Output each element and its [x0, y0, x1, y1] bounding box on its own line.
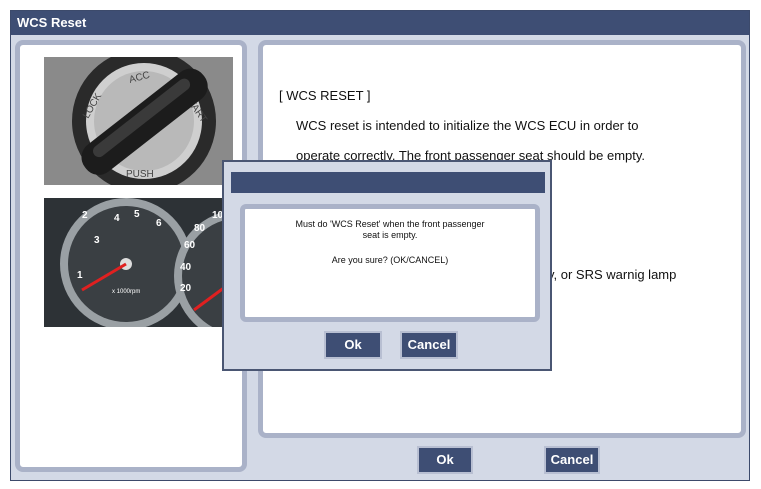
speed-label-20: 20 — [180, 283, 192, 294]
dialog-message-panel: Must do 'WCS Reset' when the front passe… — [240, 204, 540, 322]
tach-label-5: 5 — [134, 209, 140, 220]
tach-label-1: 1 — [77, 270, 83, 281]
info-heading: [ WCS RESET ] — [279, 88, 371, 103]
ignition-label-push: PUSH — [126, 169, 154, 180]
tach-label-4: 4 — [114, 213, 120, 224]
speed-label-40: 40 — [180, 262, 192, 273]
dialog-cancel-button[interactable]: Cancel — [400, 331, 458, 359]
window-title: WCS Reset — [11, 11, 749, 35]
info-line-1: WCS reset is intended to initialize the … — [296, 118, 639, 133]
cancel-button[interactable]: Cancel — [544, 446, 600, 474]
info-line-3-partial: y, or SRS warnig lamp — [548, 267, 677, 282]
image-panel: LOCK ACC START PUSH 2 3 4 5 6 1 80 100 6… — [15, 40, 247, 472]
ok-button[interactable]: Ok — [417, 446, 473, 474]
dialog-titlebar — [231, 172, 545, 193]
dialog-ok-button[interactable]: Ok — [324, 331, 382, 359]
ignition-switch-image: LOCK ACC START PUSH — [44, 57, 233, 185]
tach-unit-label: x 1000rpm — [112, 289, 140, 295]
speed-label-80: 80 — [194, 223, 206, 234]
tach-label-3: 3 — [94, 235, 100, 246]
dialog-question: Are you sure? (OK/CANCEL) — [331, 255, 449, 265]
instrument-cluster-image: 2 3 4 5 6 1 80 100 60 40 20 x 1000rpm — [44, 198, 233, 327]
dialog-message: Must do 'WCS Reset' when the front passe… — [295, 219, 485, 240]
tach-label-2: 2 — [82, 210, 88, 221]
confirm-dialog: Must do 'WCS Reset' when the front passe… — [222, 160, 552, 371]
tach-label-6: 6 — [156, 218, 162, 229]
speed-label-60: 60 — [184, 240, 196, 251]
